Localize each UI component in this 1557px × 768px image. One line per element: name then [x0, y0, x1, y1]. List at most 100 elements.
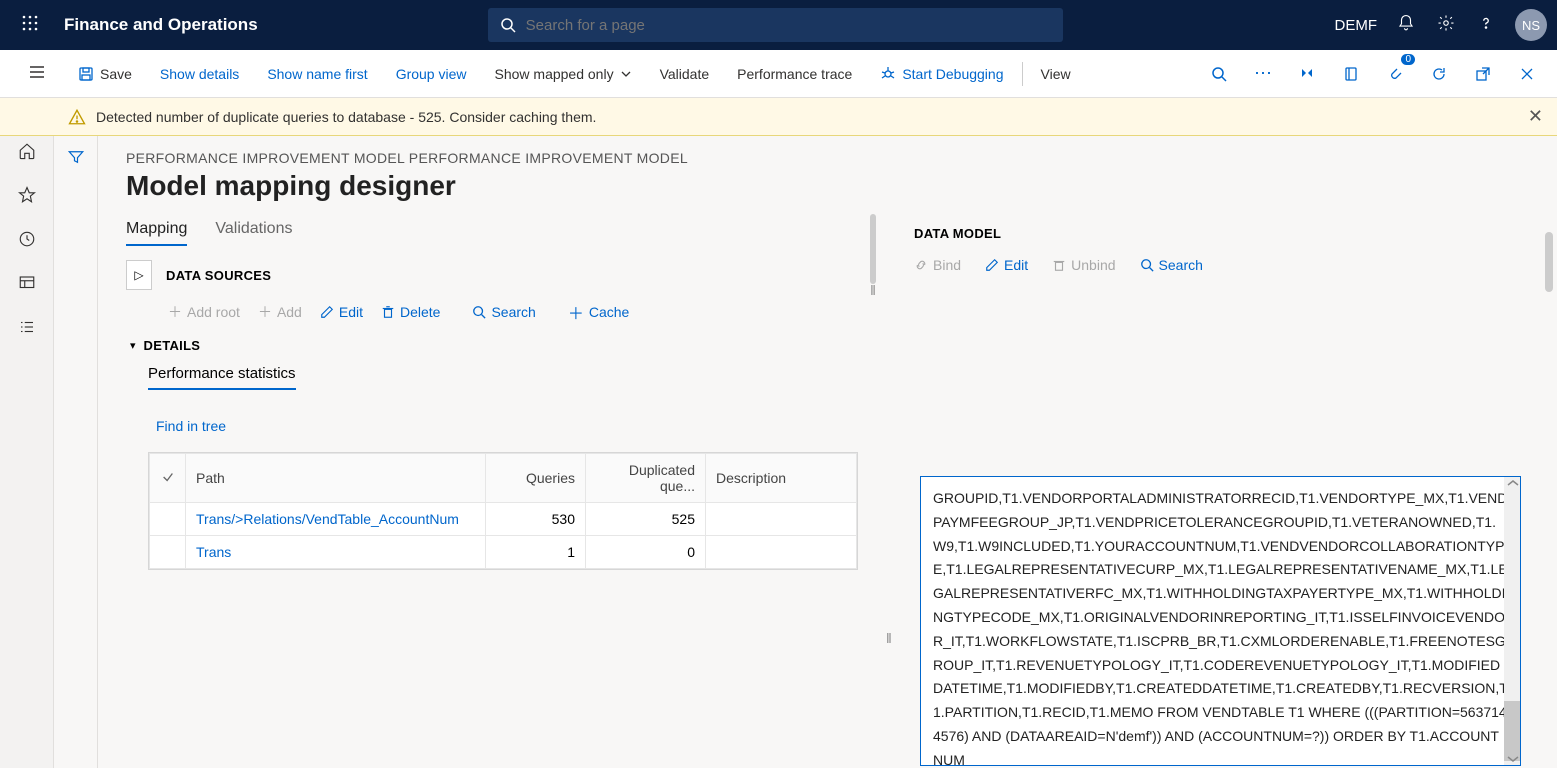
- attachment-badge: 0: [1401, 54, 1415, 65]
- bell-icon[interactable]: [1395, 14, 1417, 37]
- details-label: DETAILS: [144, 338, 201, 353]
- start-debugging-label: Start Debugging: [902, 66, 1003, 82]
- table-row[interactable]: Trans 1 0: [150, 536, 857, 569]
- row-duplicated: 525: [586, 503, 706, 536]
- search-icon: [500, 17, 516, 33]
- book-icon[interactable]: [1333, 56, 1369, 92]
- add-button[interactable]: ＋Add: [258, 302, 302, 322]
- command-bar-right: ⋯ 0: [1201, 56, 1557, 92]
- row-path-link[interactable]: Trans/>Relations/VendTable_AccountNum: [186, 503, 486, 536]
- edit-button[interactable]: Edit: [320, 304, 363, 320]
- save-button[interactable]: Save: [64, 50, 146, 97]
- add-root-button[interactable]: ＋Add root: [168, 302, 240, 322]
- page-body: PERFORMANCE IMPROVEMENT MODEL PERFORMANC…: [98, 136, 1557, 768]
- command-bar: Save Show details Show name first Group …: [0, 50, 1557, 98]
- performance-trace-button[interactable]: Performance trace: [723, 50, 866, 97]
- app-title: Finance and Operations: [50, 15, 258, 35]
- show-name-first-button[interactable]: Show name first: [253, 50, 381, 97]
- show-mapped-only-label: Show mapped only: [495, 66, 614, 82]
- dm-search-button[interactable]: Search: [1140, 257, 1203, 273]
- link-icon[interactable]: [1289, 56, 1325, 92]
- view-button[interactable]: View: [1027, 50, 1085, 97]
- modules-icon[interactable]: [16, 316, 38, 338]
- page-tabs: Mapping Validations: [126, 220, 866, 246]
- chevron-down-icon: [620, 68, 632, 80]
- tab-mapping[interactable]: Mapping: [126, 220, 187, 246]
- top-header: Finance and Operations DEMF NS: [0, 0, 1557, 50]
- scroll-down-icon[interactable]: [1504, 753, 1521, 765]
- col-description[interactable]: Description: [706, 454, 857, 503]
- warning-banner: Detected number of duplicate queries to …: [0, 98, 1557, 136]
- row-duplicated: 0: [586, 536, 706, 569]
- pane-divider[interactable]: ‖: [866, 282, 880, 298]
- popout-icon[interactable]: [1465, 56, 1501, 92]
- unbind-button[interactable]: Unbind: [1052, 257, 1115, 273]
- global-search[interactable]: [488, 8, 1063, 42]
- group-view-button[interactable]: Group view: [382, 50, 481, 97]
- cache-button[interactable]: ＋Cache: [568, 300, 629, 324]
- page-title: Model mapping designer: [126, 170, 866, 202]
- sql-scrollbar-track[interactable]: [1504, 477, 1521, 765]
- divider: [1022, 62, 1023, 86]
- sql-query-box[interactable]: GROUPID,T1.VENDORPORTALADMINISTRATORRECI…: [920, 476, 1521, 766]
- nav-rail: [0, 136, 54, 768]
- clock-icon[interactable]: [16, 228, 38, 250]
- close-icon[interactable]: [1509, 56, 1545, 92]
- warning-text: Detected number of duplicate queries to …: [96, 109, 596, 125]
- sql-scrollbar-thumb[interactable]: [1504, 701, 1521, 761]
- show-mapped-only-dropdown[interactable]: Show mapped only: [481, 50, 646, 97]
- find-in-tree-link[interactable]: Find in tree: [156, 418, 866, 434]
- col-duplicated[interactable]: Duplicated que...: [586, 454, 706, 503]
- select-all-checkbox[interactable]: [150, 454, 186, 503]
- warning-close-icon[interactable]: ✕: [1528, 106, 1543, 127]
- save-label: Save: [100, 66, 132, 82]
- tab-validations[interactable]: Validations: [215, 220, 292, 246]
- row-desc: [706, 536, 857, 569]
- hamburger-icon[interactable]: [28, 63, 46, 84]
- data-sources-actions: ＋Add root ＋Add Edit Delete Search ＋Cache: [168, 300, 866, 324]
- performance-statistics-tab[interactable]: Performance statistics: [148, 365, 866, 390]
- dm-edit-button[interactable]: Edit: [985, 257, 1028, 273]
- row-queries: 530: [486, 503, 586, 536]
- attachment-icon[interactable]: 0: [1377, 56, 1413, 92]
- warning-icon: [68, 108, 86, 126]
- filter-icon[interactable]: [67, 148, 85, 768]
- row-queries: 1: [486, 536, 586, 569]
- table-row[interactable]: Trans/>Relations/VendTable_AccountNum 53…: [150, 503, 857, 536]
- col-queries[interactable]: Queries: [486, 454, 586, 503]
- gear-icon[interactable]: [1435, 14, 1457, 37]
- search-command-icon[interactable]: [1201, 56, 1237, 92]
- data-sources-label: DATA SOURCES: [166, 268, 271, 283]
- row-path-link[interactable]: Trans: [186, 536, 486, 569]
- workspace-icon[interactable]: [16, 272, 38, 294]
- star-icon[interactable]: [16, 184, 38, 206]
- company-label[interactable]: DEMF: [1335, 17, 1378, 34]
- scrollbar[interactable]: [870, 214, 876, 284]
- more-icon[interactable]: ⋯: [1245, 56, 1281, 92]
- home-icon[interactable]: [16, 140, 38, 162]
- data-model-label: DATA MODEL: [914, 226, 1557, 241]
- content: PERFORMANCE IMPROVEMENT MODEL PERFORMANC…: [54, 136, 1557, 768]
- scroll-up-icon[interactable]: [1504, 477, 1521, 489]
- help-icon[interactable]: [1475, 14, 1497, 37]
- details-header[interactable]: ▾ DETAILS: [130, 338, 866, 353]
- avatar[interactable]: NS: [1515, 9, 1547, 41]
- filter-column: [54, 136, 98, 768]
- page-scrollbar[interactable]: [1545, 232, 1553, 292]
- start-debugging-button[interactable]: Start Debugging: [866, 50, 1017, 97]
- bind-button[interactable]: Bind: [914, 257, 961, 273]
- col-path[interactable]: Path: [186, 454, 486, 503]
- left-pane: PERFORMANCE IMPROVEMENT MODEL PERFORMANC…: [126, 150, 866, 768]
- waffle-icon[interactable]: [10, 15, 50, 36]
- performance-grid: Path Queries Duplicated que... Descripti…: [148, 452, 858, 570]
- validate-button[interactable]: Validate: [646, 50, 724, 97]
- expand-handle[interactable]: ▷: [126, 260, 152, 290]
- main-area: PERFORMANCE IMPROVEMENT MODEL PERFORMANC…: [0, 136, 1557, 768]
- global-search-input[interactable]: [526, 17, 1051, 34]
- pane-divider-2[interactable]: ‖: [886, 630, 892, 646]
- search-ds-button[interactable]: Search: [472, 304, 535, 320]
- show-details-button[interactable]: Show details: [146, 50, 253, 97]
- refresh-icon[interactable]: [1421, 56, 1457, 92]
- delete-button[interactable]: Delete: [381, 304, 440, 320]
- top-right-area: DEMF NS: [1335, 9, 1548, 41]
